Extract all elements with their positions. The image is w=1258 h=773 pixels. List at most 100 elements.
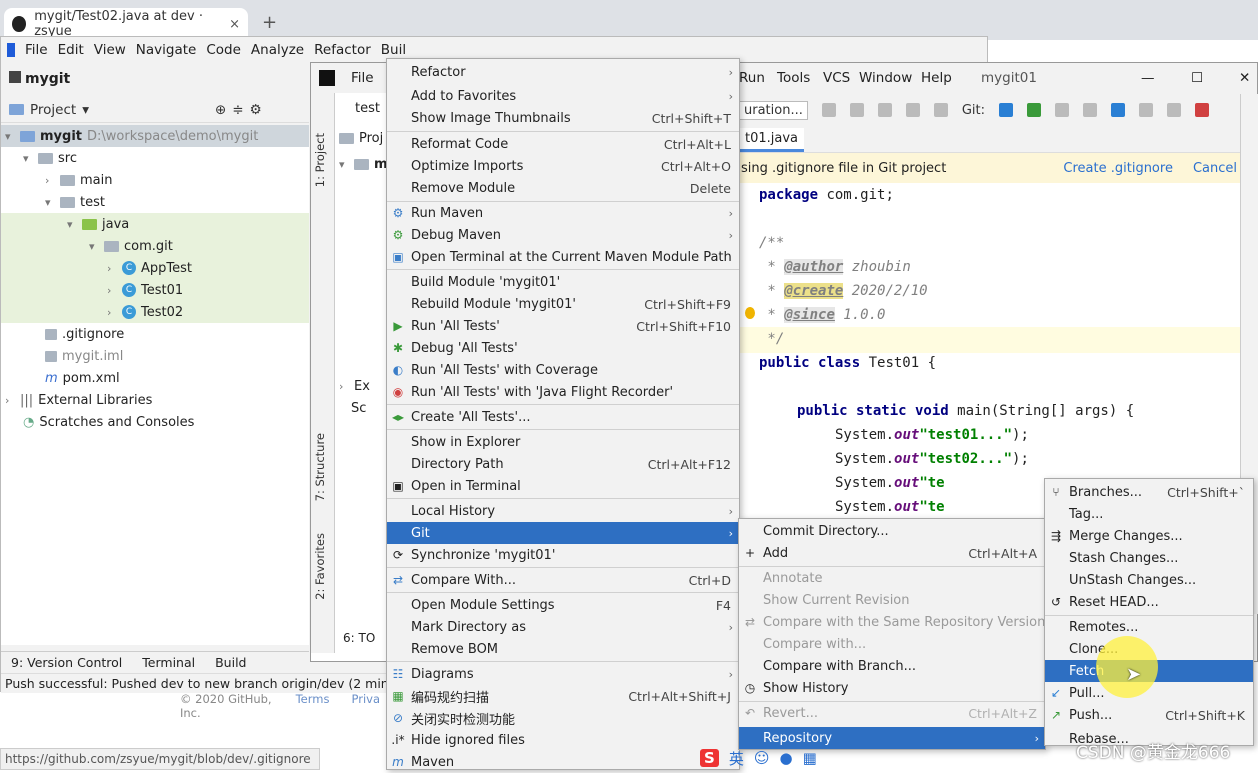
repo-item-unstash[interactable]: UnStash Changes...: [1045, 569, 1253, 591]
menu-item-directory-path[interactable]: Directory Path Ctrl+Alt+F12: [387, 453, 739, 475]
menu-item-refactor[interactable]: Refactor ›: [387, 61, 739, 83]
tree-item-test02[interactable]: › C Test02: [1, 301, 309, 323]
git-item-show-current-revision[interactable]: Show Current Revision: [739, 589, 1045, 611]
tree-item-scratches[interactable]: ◔ Scratches and Consoles: [23, 411, 194, 433]
repo-item-remotes[interactable]: Remotes...: [1045, 616, 1253, 638]
git-item-compare-with[interactable]: Compare with...: [739, 633, 1045, 655]
repo-item-merge[interactable]: ⇶ Merge Changes...: [1045, 525, 1253, 547]
history-icon[interactable]: [1055, 103, 1070, 117]
project-view-selector[interactable]: Project: [30, 102, 76, 118]
menu-item-reformat-code[interactable]: Reformat Code Ctrl+Alt+L: [387, 133, 739, 155]
tree-root[interactable]: ▾ mygit D:\workspace\demo\mygit: [1, 125, 309, 147]
git-item-revert[interactable]: ↶ Revert... Ctrl+Alt+Z: [739, 702, 1045, 724]
git-item-compare-same-version[interactable]: ⇄ Compare with the Same Repository Versio…: [739, 611, 1045, 633]
menu-item-create-all-tests[interactable]: ◂▸ Create 'All Tests'...: [387, 406, 739, 428]
update-project-icon[interactable]: [999, 103, 1014, 117]
tool-tab-favorites[interactable]: 2: Favorites: [313, 533, 327, 600]
menu-run[interactable]: Run: [739, 70, 765, 86]
menu-item-local-history[interactable]: Local History ›: [387, 500, 739, 522]
tree-item-gitignore[interactable]: .gitignore: [45, 323, 124, 345]
menu-item-disable-realtime[interactable]: ⊘ 关闭实时检测功能: [387, 707, 739, 729]
chevron-down-icon[interactable]: ▾: [82, 102, 89, 118]
rollback-icon[interactable]: [1083, 103, 1098, 117]
menu-item-debug-all-tests[interactable]: ✱ Debug 'All Tests': [387, 337, 739, 359]
close-tab-icon[interactable]: ×: [229, 17, 240, 32]
menu-item-diagrams[interactable]: ☷ Diagrams ›: [387, 663, 739, 685]
git-item-commit-directory[interactable]: Commit Directory...: [739, 520, 1045, 542]
tree-item-src[interactable]: ▾ src: [23, 147, 77, 169]
commit-icon[interactable]: [1027, 103, 1042, 117]
tool-tab-project[interactable]: 1: Project: [313, 133, 327, 187]
project-structure-icon[interactable]: [1111, 103, 1126, 117]
menu-refactor[interactable]: Refactor: [314, 42, 371, 58]
ide2-tab-todo[interactable]: 6: TO: [343, 627, 375, 649]
menu-navigate[interactable]: Navigate: [136, 42, 197, 58]
intention-bulb-icon[interactable]: [745, 307, 755, 319]
tool-tab-structure[interactable]: 7: Structure: [313, 433, 327, 501]
tab-version-control[interactable]: 9: Version Control: [11, 655, 122, 670]
tab-build[interactable]: Build: [215, 655, 246, 670]
menu-item-hide-ignored[interactable]: .i* Hide ignored files: [387, 729, 739, 751]
minimize-button[interactable]: —: [1141, 70, 1155, 86]
run-config-selector[interactable]: uration...: [739, 100, 808, 120]
menu-edit[interactable]: Edit: [58, 42, 84, 58]
git-item-add[interactable]: + Add Ctrl+Alt+A: [739, 542, 1045, 564]
ide2-tree-external[interactable]: › Ex: [339, 375, 370, 397]
ide2-project-tab[interactable]: Proj: [339, 127, 383, 149]
stop-icon[interactable]: [933, 103, 948, 117]
menu-item-open-terminal-maven[interactable]: ▣ Open Terminal at the Current Maven Modu…: [387, 246, 739, 268]
menu-item-run-coverage[interactable]: ◐ Run 'All Tests' with Coverage: [387, 359, 739, 381]
menu-item-run-maven[interactable]: ⚙ Run Maven ›: [387, 202, 739, 224]
menu-item-build-module[interactable]: Build Module 'mygit01': [387, 271, 739, 293]
create-gitignore-link[interactable]: Create .gitignore: [1063, 161, 1173, 176]
repo-item-stash[interactable]: Stash Changes...: [1045, 547, 1253, 569]
collapse-icon[interactable]: ≑: [232, 102, 243, 118]
menu-item-remove-module[interactable]: Remove Module Delete: [387, 177, 739, 199]
menu-window[interactable]: Window: [859, 70, 912, 86]
repo-item-push[interactable]: ↗ Push... Ctrl+Shift+K: [1045, 704, 1253, 726]
footer-privacy-link[interactable]: Priva: [351, 692, 380, 710]
menu-vcs[interactable]: VCS: [823, 70, 850, 86]
menu-item-add-to-favorites[interactable]: Add to Favorites ›: [387, 85, 739, 107]
project-breadcrumb[interactable]: mygit: [1, 65, 309, 95]
tree-item-apptest[interactable]: › C AppTest: [1, 257, 309, 279]
sogou-logo-icon[interactable]: S: [700, 749, 719, 767]
ide2-tree-root[interactable]: ▾ m: [339, 153, 388, 175]
mic-icon[interactable]: ●: [779, 749, 792, 767]
tree-item-libraries[interactable]: › ||| External Libraries: [5, 389, 152, 411]
menu-item-debug-maven[interactable]: ⚙ Debug Maven ›: [387, 224, 739, 246]
menu-item-run-all-tests[interactable]: ▶ Run 'All Tests' Ctrl+Shift+F10: [387, 315, 739, 337]
tree-item-main[interactable]: › main: [45, 169, 112, 191]
menu-file[interactable]: File: [25, 42, 48, 58]
menu-analyze[interactable]: Analyze: [251, 42, 304, 58]
menu-item-show-in-explorer[interactable]: Show in Explorer: [387, 431, 739, 453]
editor-tab-test01[interactable]: t01.java: [739, 128, 805, 152]
menu-item-code-scan[interactable]: ▦ 编码规约扫描 Ctrl+Alt+Shift+J: [387, 685, 739, 707]
tree-item-pom[interactable]: m pom.xml: [45, 367, 120, 389]
repo-item-branches[interactable]: ⑂ Branches... Ctrl+Shift+`: [1045, 481, 1253, 503]
cancel-link[interactable]: Cancel: [1193, 161, 1237, 176]
repo-item-tag[interactable]: Tag...: [1045, 503, 1253, 525]
git-item-annotate[interactable]: Annotate: [739, 567, 1045, 589]
menu-tools[interactable]: Tools: [777, 70, 810, 86]
menu-item-optimize-imports[interactable]: Optimize Imports Ctrl+Alt+O: [387, 155, 739, 177]
tree-item-test[interactable]: ▾ test: [45, 191, 105, 213]
git-item-compare-branch[interactable]: Compare with Branch...: [739, 655, 1045, 677]
new-tab-button[interactable]: +: [262, 12, 277, 33]
menu-code[interactable]: Code: [206, 42, 241, 58]
tree-item-com-git[interactable]: ▾ com.git: [1, 235, 309, 257]
tab-terminal[interactable]: Terminal: [142, 655, 195, 670]
menu-item-synchronize[interactable]: ⟳ Synchronize 'mygit01': [387, 544, 739, 566]
menu-item-git[interactable]: Git ›: [387, 522, 739, 544]
menu-build[interactable]: Buil: [381, 42, 406, 58]
keyboard-icon[interactable]: ▦: [803, 749, 817, 767]
coverage-icon[interactable]: [877, 103, 892, 117]
target-icon[interactable]: ⊕: [215, 102, 226, 118]
repo-item-reset-head[interactable]: ↺ Reset HEAD...: [1045, 591, 1253, 613]
run-icon[interactable]: [821, 103, 836, 117]
plugin-icon[interactable]: [1195, 103, 1210, 117]
git-item-show-history[interactable]: ◷ Show History: [739, 677, 1045, 699]
menu-help[interactable]: Help: [921, 70, 952, 86]
gear-icon[interactable]: ⚙: [250, 102, 262, 118]
search-icon[interactable]: [1167, 103, 1182, 117]
